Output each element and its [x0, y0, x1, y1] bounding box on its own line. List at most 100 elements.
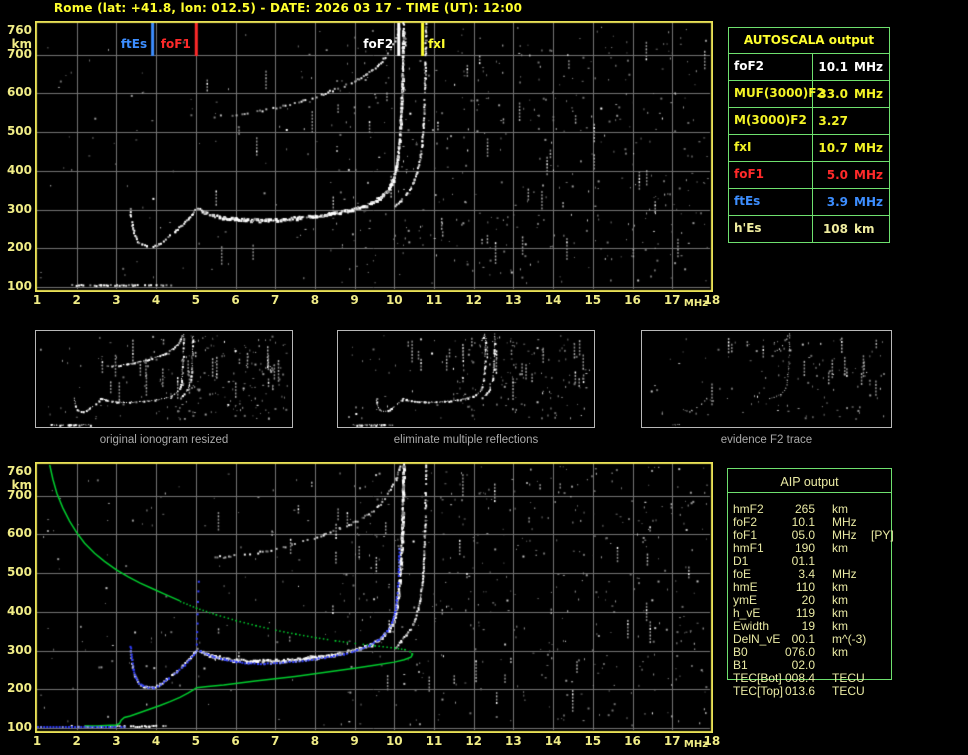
y-tick-label-bottom-400: 400	[6, 603, 32, 618]
marker-label-fxI: fxI	[428, 37, 446, 51]
x-tick-label-bottom-10: 10	[385, 734, 403, 748]
x-tick-label-bottom-16: 16	[624, 734, 641, 748]
x-tick-label-bottom-3: 3	[112, 734, 121, 748]
x-tick-label-bottom-11: 11	[425, 734, 443, 748]
x-tick-label-bottom-6: 6	[231, 734, 240, 748]
x-tick-label-bottom-9: 9	[350, 734, 359, 748]
aip-cell	[859, 633, 927, 646]
x-tick-label-bottom-1: 1	[32, 734, 42, 748]
autoscala-row-value: 108 km	[822, 222, 875, 236]
thumbnail-caption-original: original ionogram resized	[99, 434, 229, 446]
aip-cell	[859, 581, 927, 594]
autoscala-row-label: M(3000)F2	[729, 108, 813, 134]
aip-cell	[859, 568, 927, 581]
x-tick-label-top-7: 7	[271, 293, 280, 307]
y-tick-label-bottom-760: 760	[6, 464, 32, 479]
autoscala-row-value: 33.0 MHz	[818, 87, 883, 101]
autoscala-row-fxI: fxI 10.7 MHz	[729, 135, 889, 162]
x-tick-label-top-9: 9	[350, 293, 359, 307]
autoscala-row-foF1: foF1 5.0 MHz	[729, 162, 889, 189]
aip-cell	[859, 607, 927, 620]
x-tick-label-bottom-15: 15	[584, 734, 602, 748]
aip-table-rows: hmF2 265 km foF2 10.1 MHz foF1 05.0 MHz [PY] hmF1 1…	[727, 503, 927, 698]
marker-label-foF1: foF1	[160, 37, 191, 51]
aip-cell: [PY]	[871, 528, 894, 542]
x-tick-label-top-1: 1	[32, 293, 42, 307]
y-tick-label-top-400: 400	[6, 162, 32, 177]
aip-cell	[859, 646, 927, 659]
autoscala-table-rows: foF2 10.1 MHz MUF(3000)F2 33.0 MHz M(3000)F2 3.…	[729, 54, 889, 242]
y-tick-label-bottom-500: 500	[6, 565, 32, 579]
autoscala-row-ftEs: ftEs 3.9 MHz	[729, 189, 889, 216]
aip-cell: 013.6	[784, 684, 815, 698]
x-tick-label-bottom-14: 14	[544, 734, 562, 748]
x-tick-label-bottom-12: 12	[465, 734, 483, 748]
autoscala-row-value: 3.27	[818, 114, 848, 128]
autoscala-ionogram-screen: Rome (lat: +41.8, lon: 012.5) - DATE: 20…	[0, 0, 968, 755]
autoscala-row-label: foF2	[729, 54, 813, 80]
aip-row-foF2: foF2 10.1 MHz	[727, 516, 927, 529]
x-tick-label-bottom-8: 8	[310, 734, 320, 748]
aip-cell: km	[832, 645, 848, 659]
autoscala-row-MUF(3000)F2: MUF(3000)F2 33.0 MHz	[729, 81, 889, 108]
aip-row-TEC[Top]: TEC[Top] 013.6 TECU	[727, 685, 927, 698]
autoscala-row-label: ftEs	[729, 189, 813, 215]
x-tick-label-bottom-7: 7	[271, 734, 280, 748]
top-ionogram-plot	[35, 21, 713, 292]
autoscala-table-title: AUTOSCALA output	[729, 28, 889, 54]
x-tick-label-top-2: 2	[72, 293, 81, 307]
aip-cell	[859, 620, 927, 633]
x-tick-label-top-13: 13	[505, 293, 522, 307]
thumbnail-caption-eliminate: eliminate multiple reflections	[393, 434, 539, 446]
x-tick-label-bottom-5: 5	[191, 734, 200, 748]
x-tick-label-top-5: 5	[191, 293, 200, 307]
autoscala-row-h'Es: h'Es 108 km	[729, 216, 889, 242]
autoscala-row-label: foF1	[729, 162, 813, 188]
x-tick-label-top-8: 8	[310, 293, 320, 307]
y-tick-label-top-300: 300	[6, 201, 32, 216]
autoscala-row-label: MUF(3000)F2	[729, 81, 825, 107]
aip-row-hmF1: hmF1 190 km	[727, 542, 927, 555]
marker-label-foF2: foF2	[363, 37, 394, 51]
autoscala-row-M(3000)F2: M(3000)F2 3.27	[729, 108, 889, 135]
aip-cell: km	[832, 541, 848, 555]
x-tick-label-top-3: 3	[112, 293, 121, 307]
x-tick-label-bottom-13: 13	[505, 734, 522, 748]
thumbnail-original-ionogram	[35, 330, 293, 428]
aip-cell	[859, 685, 927, 698]
autoscala-row-value: 10.1 MHz	[818, 60, 883, 74]
y-tick-label-bottom-100: 100	[6, 720, 32, 734]
aip-cell	[859, 672, 927, 685]
bottom-ionogram-profile-plot	[35, 462, 713, 733]
thumbnail-caption-evidence: evidence F2 trace	[720, 434, 813, 446]
x-tick-label-top-15: 15	[584, 293, 602, 307]
aip-table-header-divider	[727, 492, 892, 493]
page-title: Rome (lat: +41.8, lon: 012.5) - DATE: 20…	[53, 1, 523, 15]
aip-cell: TECU	[832, 684, 865, 698]
aip-cell	[859, 542, 927, 555]
aip-cell	[859, 594, 927, 607]
x-axis-unit-bottom: MHz	[683, 739, 709, 750]
aip-row-D1: D1 01.1	[727, 555, 927, 568]
y-tick-label-bottom-200: 200	[6, 681, 32, 696]
y-axis-unit-bottom: km	[11, 478, 32, 492]
thumbnail-eliminate-reflections	[337, 330, 595, 428]
x-tick-label-top-12: 12	[465, 293, 483, 307]
autoscala-row-value: 5.0 MHz	[826, 168, 883, 182]
autoscala-row-value: 10.7 MHz	[818, 141, 883, 155]
aip-row-hmE: hmE 110 km	[727, 581, 927, 594]
x-tick-label-top-16: 16	[624, 293, 641, 307]
y-tick-label-bottom-600: 600	[6, 526, 32, 541]
y-axis-unit-top: km	[11, 37, 32, 51]
x-tick-label-top-6: 6	[231, 293, 240, 307]
autoscala-row-label: fxI	[729, 135, 813, 161]
x-tick-label-bottom-2: 2	[72, 734, 81, 748]
y-tick-label-top-500: 500	[6, 124, 32, 138]
aip-cell	[859, 503, 927, 516]
autoscala-output-table: AUTOSCALA output foF2 10.1 MHz MUF(3000)F2 3…	[728, 27, 890, 243]
y-tick-label-top-100: 100	[6, 279, 32, 293]
aip-table-title: AIP output	[780, 475, 839, 489]
autoscala-row-foF2: foF2 10.1 MHz	[729, 54, 889, 81]
y-tick-label-top-200: 200	[6, 240, 32, 255]
x-axis-unit-top: MHz	[683, 298, 709, 309]
